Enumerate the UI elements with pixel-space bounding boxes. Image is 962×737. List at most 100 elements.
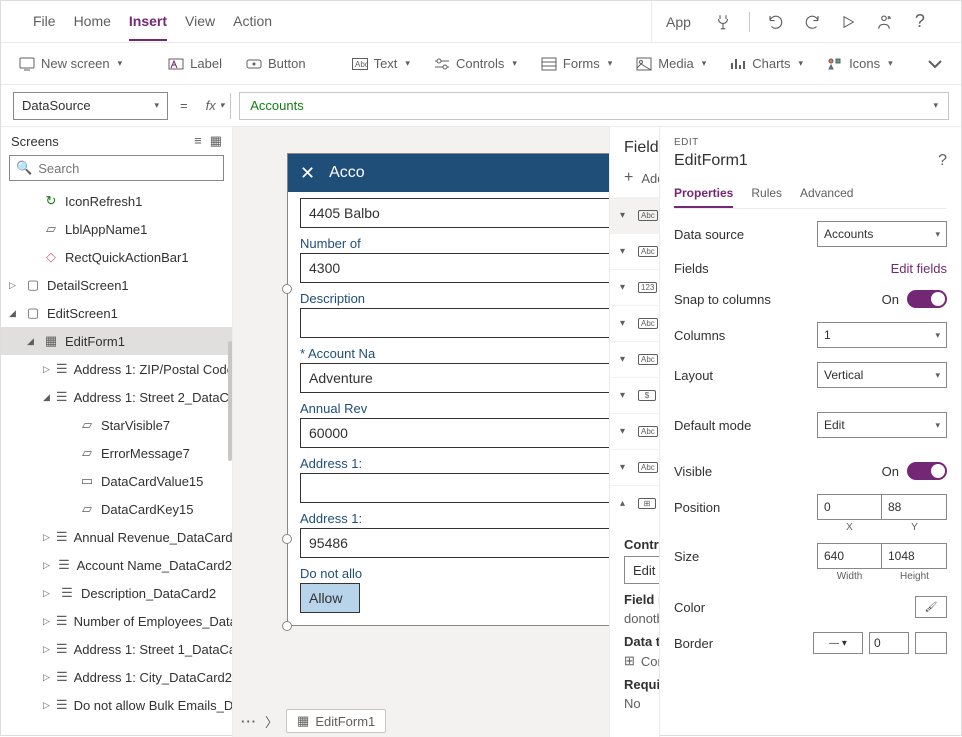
breadcrumb-item[interactable]: ▦EditForm1: [286, 709, 386, 733]
position-y-input[interactable]: 88: [882, 494, 947, 520]
field-item[interactable]: ▾AbcDescription: [610, 305, 659, 341]
text-menu[interactable]: AbcText▾: [346, 52, 416, 76]
field-item[interactable]: ▾AbcAddress 1: City: [610, 197, 659, 233]
close-icon[interactable]: ✕: [300, 163, 315, 184]
menu-action[interactable]: Action: [233, 3, 272, 41]
input-field[interactable]: 60000: [300, 418, 634, 448]
edit-fields-link[interactable]: Edit fields: [891, 261, 947, 276]
tree-node[interactable]: ▷☰Account Name_DataCard2: [1, 551, 232, 579]
expand-icon[interactable]: ▷: [43, 672, 50, 683]
property-selector[interactable]: DataSource▾: [13, 92, 168, 120]
field-item[interactable]: ▾AbcAddress 1: Street 1: [610, 233, 659, 269]
play-icon[interactable]: [838, 12, 858, 32]
expand-icon[interactable]: ▷: [43, 700, 50, 711]
expand-icon[interactable]: ▷: [43, 364, 50, 375]
expand-ribbon-icon[interactable]: [921, 55, 949, 73]
field-item[interactable]: ▾$Annual Revenue: [610, 377, 659, 413]
search-input[interactable]: [38, 161, 217, 176]
tree-node[interactable]: ▭DataCardValue15: [1, 467, 232, 495]
control-type-select[interactable]: Edit option set single-select▾: [624, 556, 659, 584]
input-field[interactable]: 4405 Balbo: [300, 198, 634, 228]
position-x-input[interactable]: 0: [817, 494, 882, 520]
tree-search[interactable]: 🔍: [9, 155, 224, 181]
tree-node[interactable]: ▷☰Annual Revenue_DataCard2: [1, 523, 232, 551]
tree-node[interactable]: ▷☰Address 1: Street 1_DataCar: [1, 635, 232, 663]
forms-menu[interactable]: Forms▾: [535, 52, 618, 76]
border-style-select[interactable]: — ▾: [813, 632, 863, 654]
tree-node[interactable]: ▷☰Description_DataCard2: [1, 579, 232, 607]
resize-handle[interactable]: [282, 621, 292, 631]
input-field[interactable]: [300, 473, 634, 503]
field-item-expanded[interactable]: ▴⊞Do not allow Bulk Emails···: [610, 485, 659, 521]
tree-node[interactable]: ◢☰Address 1: Street 2_DataCar: [1, 383, 232, 411]
tree-node-selected[interactable]: ◢▦EditForm1: [1, 327, 232, 355]
icons-menu[interactable]: Icons▾: [821, 52, 899, 76]
tree-node[interactable]: ▱ErrorMessage7: [1, 439, 232, 467]
input-field[interactable]: Adventure: [300, 363, 634, 393]
data-source-select[interactable]: Accounts▾: [817, 221, 947, 247]
resize-handle[interactable]: [282, 534, 292, 544]
thumbnail-view-icon[interactable]: ▦: [210, 133, 222, 149]
input-field[interactable]: 4300: [300, 253, 634, 283]
menu-insert[interactable]: Insert: [129, 3, 167, 41]
tree-node[interactable]: ↻IconRefresh1: [1, 187, 232, 215]
field-item[interactable]: ▾AbcAccount Name: [610, 341, 659, 377]
border-width-input[interactable]: 0: [869, 632, 909, 654]
checker-icon[interactable]: [713, 12, 733, 32]
tree-node[interactable]: ◢▢EditScreen1: [1, 299, 232, 327]
redo-icon[interactable]: [802, 12, 822, 32]
undo-icon[interactable]: [766, 12, 786, 32]
expand-icon[interactable]: ▷: [43, 532, 50, 543]
tree-node[interactable]: ▷☰Number of Employees_Data: [1, 607, 232, 635]
expand-icon[interactable]: ▷: [43, 560, 51, 571]
height-input[interactable]: 1048: [882, 543, 947, 569]
resize-handle[interactable]: [282, 284, 292, 294]
expand-icon[interactable]: ▷: [43, 616, 50, 627]
share-icon[interactable]: [874, 12, 894, 32]
edit-form-canvas[interactable]: ✕ Acco 4405 Balbo Number of4300 Descript…: [287, 153, 647, 626]
expand-icon[interactable]: ▷: [43, 588, 53, 599]
tree-node[interactable]: ▱DataCardKey15: [1, 495, 232, 523]
new-screen-button[interactable]: New screen▾: [13, 52, 128, 76]
tree-view-icon[interactable]: ≡: [194, 133, 202, 149]
field-item[interactable]: ▾AbcAddress 1: Street 2: [610, 413, 659, 449]
add-field-button[interactable]: +Add field: [624, 169, 659, 187]
visible-toggle[interactable]: [907, 462, 947, 480]
label-button[interactable]: Label: [162, 52, 228, 76]
tree-node[interactable]: ◇RectQuickActionBar1: [1, 243, 232, 271]
button-button[interactable]: Button: [240, 52, 312, 76]
help-icon[interactable]: ?: [910, 12, 930, 32]
help-icon[interactable]: ?: [938, 152, 947, 170]
scrollbar[interactable]: [228, 341, 232, 461]
menu-file[interactable]: File: [33, 3, 56, 41]
field-item[interactable]: ▾AbcAddress 1: ZIP/Postal Code: [610, 449, 659, 485]
columns-select[interactable]: 1▾: [817, 322, 947, 348]
app-label[interactable]: App: [666, 14, 691, 30]
border-color-picker[interactable]: [915, 632, 947, 654]
menu-home[interactable]: Home: [74, 3, 111, 41]
layout-select[interactable]: Vertical▾: [817, 362, 947, 388]
collapse-icon[interactable]: ◢: [43, 392, 50, 403]
tree-node[interactable]: ▷☰Do not allow Bulk Emails_D: [1, 691, 232, 719]
charts-menu[interactable]: Charts▾: [724, 52, 809, 76]
input-field[interactable]: [300, 308, 634, 338]
color-picker[interactable]: 🖌: [915, 596, 947, 618]
default-mode-select[interactable]: Edit▾: [817, 412, 947, 438]
input-field[interactable]: 95486: [300, 528, 634, 558]
tab-advanced[interactable]: Advanced: [800, 180, 853, 208]
snap-toggle[interactable]: [907, 290, 947, 308]
tree-node[interactable]: ▷☰Address 1: ZIP/Postal Code_: [1, 355, 232, 383]
tab-rules[interactable]: Rules: [751, 180, 782, 208]
tree-node[interactable]: ▱StarVisible7: [1, 411, 232, 439]
formula-input[interactable]: Accounts▾: [239, 92, 949, 120]
menu-view[interactable]: View: [185, 3, 215, 41]
controls-menu[interactable]: Controls▾: [428, 52, 523, 76]
tree-node[interactable]: ▱LblAppName1: [1, 215, 232, 243]
media-menu[interactable]: Media▾: [630, 52, 712, 76]
more-icon[interactable]: ···: [241, 714, 257, 729]
collapse-icon[interactable]: ◢: [9, 308, 19, 319]
width-input[interactable]: 640: [817, 543, 882, 569]
tree-node[interactable]: ▷▢DetailScreen1: [1, 271, 232, 299]
tab-properties[interactable]: Properties: [674, 180, 733, 208]
expand-icon[interactable]: ▷: [43, 644, 50, 655]
